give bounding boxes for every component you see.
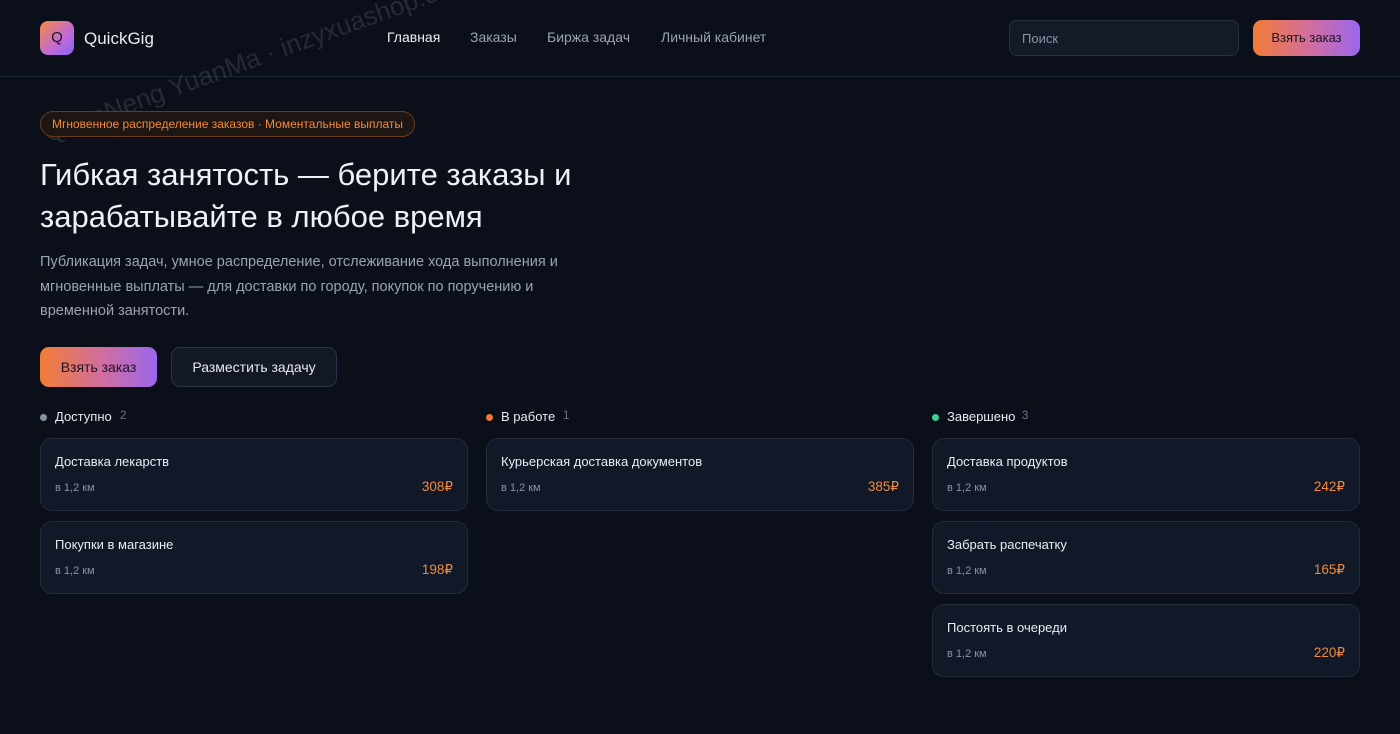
- hero-description: Публикация задач, умное распределение, о…: [40, 254, 558, 319]
- column-count: 2: [120, 410, 127, 422]
- post-task-button[interactable]: Разместить задачу: [171, 347, 337, 387]
- column-title: В работе: [501, 409, 556, 424]
- hero-take-order-button[interactable]: Взять заказ: [40, 347, 157, 387]
- task-card[interactable]: Покупки в магазине в 1,2 км 198₽: [40, 521, 468, 594]
- app-name[interactable]: QuickGig: [84, 29, 154, 49]
- task-card[interactable]: Доставка лекарств в 1,2 км 308₽: [40, 438, 468, 511]
- nav-item-account[interactable]: Личный кабинет: [661, 29, 766, 45]
- task-price: 198₽: [421, 562, 453, 577]
- task-price: 242₽: [1313, 479, 1345, 494]
- top-header: Q QuickGig Главная Заказы Биржа задач Ли…: [0, 0, 1400, 77]
- column-header: Завершено 3: [932, 408, 1360, 426]
- task-title: Постоять в очереди: [947, 620, 1067, 635]
- task-title: Курьерская доставка документов: [501, 454, 703, 469]
- column-header: Доступно 2: [40, 408, 468, 426]
- task-distance: в 1,2 км: [947, 565, 987, 577]
- column-completed: Завершено 3 Доставка продуктов в 1,2 км …: [932, 408, 1360, 677]
- task-price: 220₽: [1313, 645, 1345, 660]
- task-distance: в 1,2 км: [55, 565, 95, 577]
- nav-item-task-exchange[interactable]: Биржа задач: [547, 29, 630, 45]
- task-title: Доставка продуктов: [947, 454, 1068, 469]
- task-title: Доставка лекарств: [55, 454, 170, 469]
- column-count: 1: [563, 410, 570, 422]
- column-header: В работе 1: [486, 408, 914, 426]
- task-card[interactable]: Забрать распечатку в 1,2 км 165₽: [932, 521, 1360, 594]
- task-card[interactable]: Курьерская доставка документов в 1,2 км …: [486, 438, 914, 511]
- column-in-progress: В работе 1 Курьерская доставка документо…: [486, 408, 914, 511]
- status-dot-icon: [486, 414, 493, 421]
- task-card[interactable]: Доставка продуктов в 1,2 км 242₽: [932, 438, 1360, 511]
- column-available: Доступно 2 Доставка лекарств в 1,2 км 30…: [40, 408, 468, 594]
- page-title: Гибкая занятость — берите заказы и зараб…: [40, 157, 572, 234]
- task-distance: в 1,2 км: [947, 482, 987, 494]
- task-distance: в 1,2 км: [55, 482, 95, 494]
- task-price: 385₽: [867, 479, 899, 494]
- feature-badge: Мгновенное распределение заказов · Момен…: [40, 111, 415, 137]
- task-distance: в 1,2 км: [501, 482, 541, 494]
- task-price: 165₽: [1313, 562, 1345, 577]
- take-order-button[interactable]: Взять заказ: [1253, 20, 1360, 56]
- status-dot-icon: [40, 414, 47, 421]
- column-count: 3: [1022, 410, 1029, 422]
- task-price: 308₽: [421, 479, 453, 494]
- task-card[interactable]: Постоять в очереди в 1,2 км 220₽: [932, 604, 1360, 677]
- column-title: Завершено: [947, 409, 1016, 424]
- task-title: Покупки в магазине: [55, 537, 174, 552]
- column-title: Доступно: [55, 409, 112, 424]
- logo-icon[interactable]: Q: [40, 21, 74, 55]
- status-dot-icon: [932, 414, 939, 421]
- nav-item-orders[interactable]: Заказы: [470, 29, 517, 45]
- search-input[interactable]: [1009, 20, 1239, 56]
- task-title: Забрать распечатку: [947, 537, 1067, 552]
- nav-item-home[interactable]: Главная: [387, 29, 440, 45]
- task-distance: в 1,2 км: [947, 648, 987, 660]
